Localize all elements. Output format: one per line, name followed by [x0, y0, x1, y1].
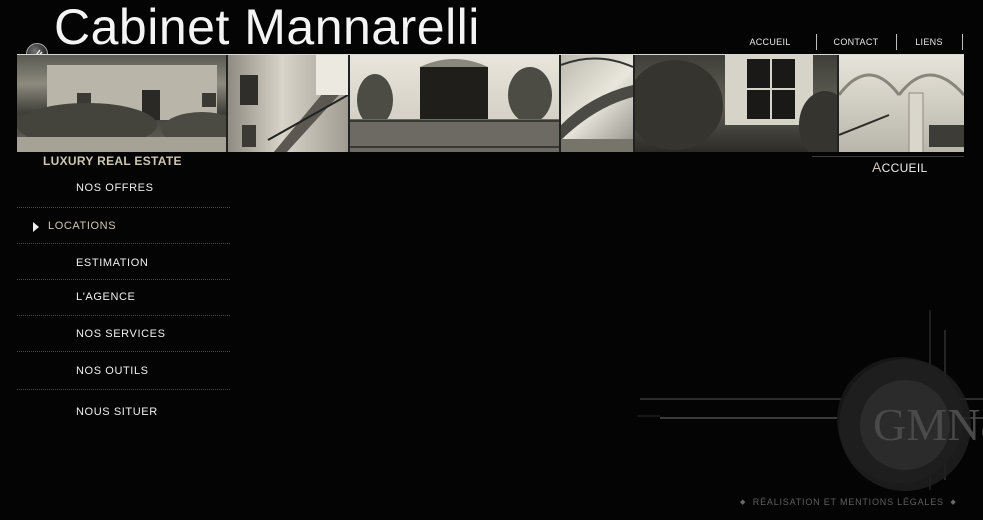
- page-title-rest: CCUEIL: [881, 161, 928, 175]
- sidebar-item-label: LOCATIONS: [48, 220, 117, 232]
- active-arrow-icon: [33, 222, 39, 232]
- footer-link-label: RÉALISATION ET MENTIONS LÉGALES: [752, 497, 944, 507]
- monogram-decoration: GMN&: [630, 300, 983, 495]
- top-nav-separator: [816, 34, 817, 50]
- brand-name[interactable]: Cabinet Mannarelli: [54, 0, 480, 56]
- monogram-lines-graphic: GMN&: [638, 310, 983, 491]
- sidebar-item-label: L'AGENCE: [76, 291, 136, 303]
- menu-divider: [17, 315, 230, 316]
- menu-divider: [17, 279, 230, 280]
- header-photo-strip: [17, 54, 964, 152]
- top-nav-separator: [962, 34, 963, 50]
- sidebar-item-nos-services[interactable]: NOS SERVICES: [17, 322, 230, 352]
- sidebar-item-nous-situer[interactable]: NOUS SITUER: [17, 400, 230, 430]
- page-title: ACCUEIL: [872, 159, 927, 175]
- menu-divider: [17, 351, 230, 352]
- monogram-text: GMN&: [873, 399, 983, 450]
- sidebar-item-label: NOS OFFRES: [76, 182, 154, 194]
- sidebar-item-label: NOS OUTILS: [76, 365, 149, 377]
- page-title-initial: A: [872, 159, 882, 175]
- photo-arched-hall: [839, 55, 964, 152]
- photo-spiral-staircase: [561, 55, 634, 152]
- top-nav: ACCUEIL CONTACT LIENS: [730, 34, 964, 50]
- menu-divider: [17, 389, 230, 390]
- diamond-icon: ◆: [950, 499, 957, 506]
- photo-ivy-window: [635, 55, 838, 152]
- photo-interior-staircase: [228, 55, 348, 152]
- photo-garden-house: [17, 55, 227, 152]
- sidebar-item-nos-outils[interactable]: NOS OUTILS: [17, 359, 230, 389]
- photo-balcony-facade: [349, 55, 560, 152]
- brand-tagline: LUXURY REAL ESTATE: [43, 154, 182, 168]
- diamond-icon: ◆: [740, 499, 747, 506]
- sidebar-item-locations[interactable]: LOCATIONS: [17, 214, 230, 244]
- sidebar-item-lagence[interactable]: L'AGENCE: [17, 285, 230, 315]
- sidebar-item-nos-offres[interactable]: NOS OFFRES: [17, 176, 230, 206]
- top-nav-separator: [896, 34, 897, 50]
- top-nav-accueil[interactable]: ACCUEIL: [740, 34, 800, 50]
- top-nav-liens[interactable]: LIENS: [906, 34, 952, 50]
- footer-legal-link[interactable]: ◆ RÉALISATION ET MENTIONS LÉGALES ◆: [740, 497, 970, 511]
- top-nav-contact[interactable]: CONTACT: [826, 34, 886, 50]
- sidebar-item-label: ESTIMATION: [76, 257, 149, 269]
- menu-divider: [17, 243, 230, 244]
- sidebar-item-label: NOUS SITUER: [76, 406, 158, 418]
- sidebar-item-estimation[interactable]: ESTIMATION: [17, 251, 230, 281]
- section-title-rule: [812, 156, 964, 157]
- menu-divider: [17, 207, 230, 208]
- sidebar-item-label: NOS SERVICES: [76, 328, 166, 340]
